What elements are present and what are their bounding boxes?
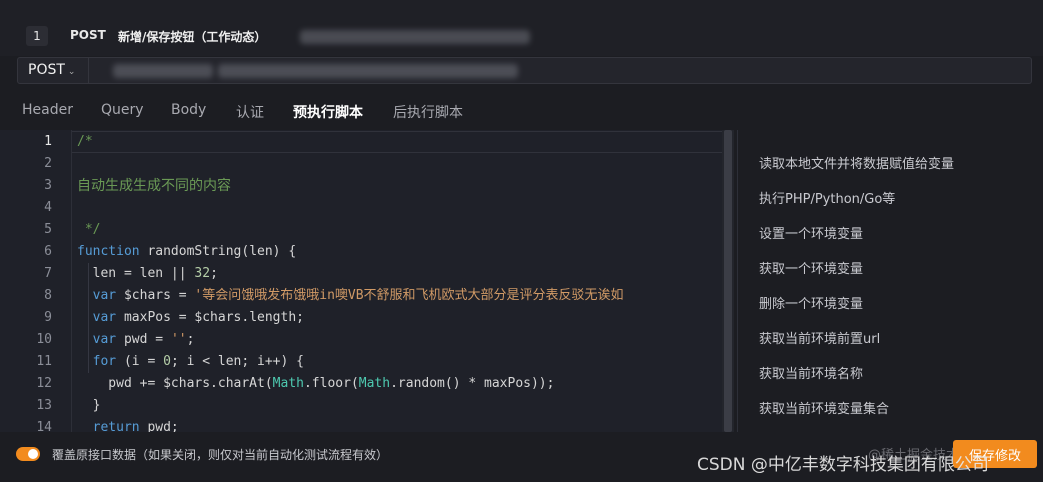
line-number: 9: [44, 310, 52, 325]
chevron-down-icon: ⌄: [67, 67, 76, 77]
snippet-get-env-vars[interactable]: 获取当前环境变量集合: [759, 398, 889, 417]
editor-scrollbar-thumb[interactable]: [724, 130, 732, 432]
snippet-get-env-var[interactable]: 获取一个环境变量: [759, 258, 863, 277]
editor-scrollbar[interactable]: [722, 130, 734, 432]
tab-post-script[interactable]: 后执行脚本: [393, 102, 463, 122]
line-number: 8: [44, 288, 52, 303]
snippet-read-file[interactable]: 读取本地文件并将数据赋值给变量: [759, 153, 954, 172]
line-number: 4: [44, 200, 52, 215]
line-number: 12: [36, 376, 52, 391]
code-line-13: }: [77, 398, 101, 413]
code-line-5: */: [77, 222, 101, 237]
line-number: 3: [44, 178, 52, 193]
line-number: 7: [44, 266, 52, 281]
tab-query[interactable]: Query: [101, 102, 144, 118]
footer-bar: 覆盖原接口数据（如果关闭，则仅对当前自动化测试流程有效） @稀土掘金技术社区 保…: [0, 432, 1043, 482]
redacted-url-input-rest[interactable]: [218, 64, 518, 78]
line-number: 6: [44, 244, 52, 259]
snippet-panel: 读取本地文件并将数据赋值给变量 执行PHP/Python/Go等 设置一个环境变…: [737, 130, 1043, 432]
tab-pre-script[interactable]: 预执行脚本: [293, 102, 363, 122]
line-number: 13: [36, 398, 52, 413]
snippet-get-env-url[interactable]: 获取当前环境前置url: [759, 328, 880, 347]
watermark-csdn: CSDN @中亿丰数字科技集团有限公司: [697, 455, 989, 475]
line-number: 2: [44, 156, 52, 171]
line-number: 10: [36, 332, 52, 347]
line-number: 5: [44, 222, 52, 237]
request-url-bar: POST ⌄: [17, 57, 1032, 84]
script-editor[interactable]: 1 2 3 4 5 6 7 8 9 10 11 12 13 14 /* 自动生成…: [0, 130, 722, 432]
method-select[interactable]: POST ⌄: [18, 58, 88, 83]
code-line-8: var $chars = '等会问饿哦发布饿哦in噢VB不舒服和飞机欧式大部分是…: [77, 288, 624, 303]
method-select-value: POST: [28, 62, 65, 78]
line-number: 11: [36, 354, 52, 369]
redacted-step-info: [300, 30, 530, 44]
step-index-badge: 1: [26, 26, 48, 46]
tab-header[interactable]: Header: [22, 102, 73, 118]
snippet-delete-env-var[interactable]: 删除一个环境变量: [759, 293, 863, 312]
code-line-9: var maxPos = $chars.length;: [77, 310, 304, 325]
code-line-6: function randomString(len) {: [77, 244, 297, 259]
request-tabs: Header Query Body 认证 预执行脚本 后执行脚本: [0, 96, 1043, 128]
redacted-url-input[interactable]: [113, 64, 213, 78]
toggle-knob: [28, 449, 38, 459]
snippet-set-env-var[interactable]: 设置一个环境变量: [759, 223, 863, 242]
code-line-14: return pwd;: [77, 420, 179, 432]
tab-body[interactable]: Body: [171, 102, 206, 118]
line-number: 1: [44, 134, 52, 149]
line-number-gutter: 1 2 3 4 5 6 7 8 9 10 11 12 13 14: [0, 130, 72, 432]
code-content[interactable]: /* 自动生成生成不同的内容 */ function randomString(…: [77, 130, 722, 432]
snippet-get-env-name[interactable]: 获取当前环境名称: [759, 363, 863, 382]
code-line-11: for (i = 0; i < len; i++) {: [77, 354, 304, 369]
step-header: 1 POST 新增/保存按钮（工作动态）: [0, 0, 1043, 56]
override-toggle[interactable]: [16, 447, 40, 461]
code-line-12: pwd += $chars.charAt(Math.floor(Math.ran…: [77, 376, 555, 391]
code-line-3: 自动生成生成不同的内容: [77, 178, 231, 194]
code-line-10: var pwd = '';: [77, 332, 195, 347]
step-method-label: POST: [70, 28, 106, 42]
override-label: 覆盖原接口数据（如果关闭，则仅对当前自动化测试流程有效）: [52, 448, 389, 462]
step-title: 新增/保存按钮（工作动态）: [118, 30, 267, 44]
divider: [88, 58, 89, 83]
snippet-exec-script[interactable]: 执行PHP/Python/Go等: [759, 188, 895, 207]
tab-auth[interactable]: 认证: [236, 102, 264, 122]
code-line-1: /*: [77, 134, 93, 149]
code-line-7: len = len || 32;: [77, 266, 218, 281]
line-number: 14: [36, 420, 52, 432]
